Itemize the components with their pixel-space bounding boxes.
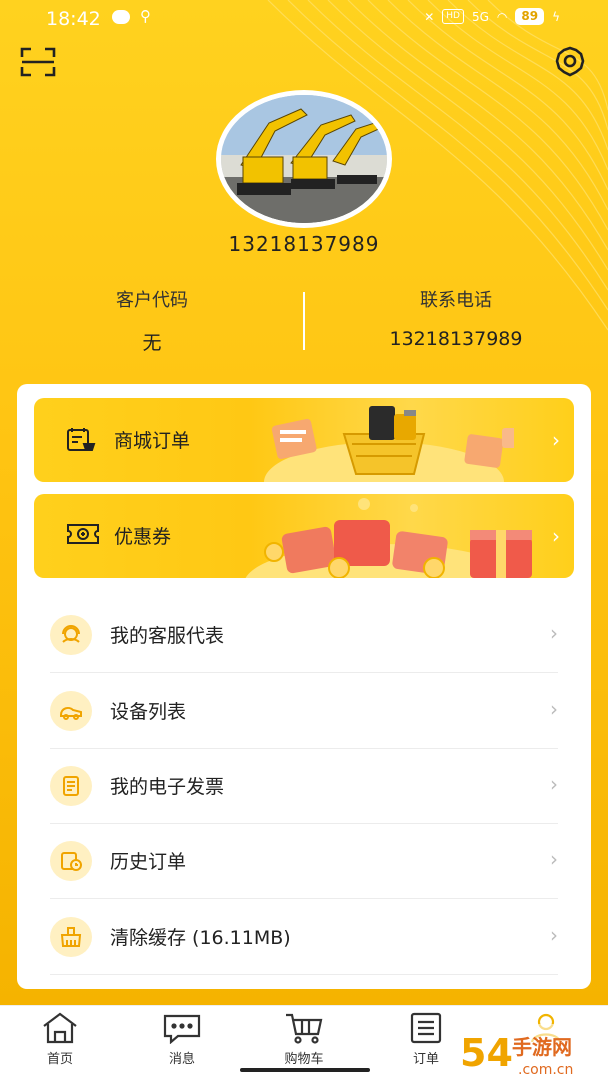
coupon-banner[interactable]: 优惠券 › <box>34 494 574 578</box>
avatar[interactable] <box>216 90 392 228</box>
contact-phone-label: 联系电话 <box>420 290 492 311</box>
menu-item-clear-cache[interactable]: 清除缓存 (16.11MB) › <box>50 899 558 975</box>
tab-label: 消息 <box>168 1052 195 1067</box>
chevron-right-icon: › <box>552 428 560 452</box>
menu-item-device-list[interactable]: 设备列表 › <box>50 673 558 749</box>
history-order-icon <box>50 841 92 881</box>
menu-item-label: 清除缓存 (16.11MB) <box>110 927 291 949</box>
mute-icon: ✕ <box>424 9 435 24</box>
clear-cache-icon <box>50 917 92 957</box>
menu-item-label: 历史订单 <box>110 851 187 873</box>
customer-service-icon <box>50 615 92 655</box>
tab-label: 购物车 <box>284 1052 324 1067</box>
wifi-icon: ◠ <box>496 9 508 24</box>
watermark-logo: 54 手游网 .com.cn <box>454 1024 604 1080</box>
chevron-right-icon: › <box>552 524 560 548</box>
menu-item-invoice[interactable]: 我的电子发票 › <box>50 748 558 824</box>
svg-text:手游网: 手游网 <box>512 1035 572 1059</box>
chevron-right-icon: › <box>550 697 558 721</box>
chevron-right-icon: › <box>550 923 558 947</box>
tab-home[interactable]: 首页 <box>20 1012 100 1067</box>
hd-badge: HD <box>442 9 464 24</box>
gear-icon[interactable] <box>552 44 588 80</box>
menu-item-history-order[interactable]: 历史订单 › <box>50 823 558 899</box>
customer-code-label: 客户代码 <box>116 290 188 311</box>
order-icon <box>410 1012 442 1044</box>
contact-phone-value: 13218137989 <box>389 328 523 350</box>
menu-item-customer-service[interactable]: 我的客服代表 › <box>50 597 558 673</box>
invoice-icon <box>50 766 92 806</box>
shop-order-label: 商城订单 <box>114 430 191 452</box>
coupon-illustration <box>245 498 532 578</box>
chevron-right-icon: › <box>550 621 558 645</box>
shop-illustration <box>264 406 514 482</box>
customer-code-value: 无 <box>142 332 162 354</box>
svg-text:54: 54 <box>460 1031 513 1075</box>
coupon-icon <box>66 522 99 550</box>
cart-icon <box>286 1013 323 1044</box>
status-right: ✕ HD 5G ◠ 89 ϟ <box>424 8 560 25</box>
svg-text:.com.cn: .com.cn <box>518 1062 573 1078</box>
profile-phone: 13218137989 <box>228 232 380 256</box>
usb-icon: ⚲ <box>140 7 151 25</box>
chevron-right-icon: › <box>550 772 558 796</box>
tab-messages[interactable]: 消息 <box>142 1012 222 1067</box>
status-time: 18:42 <box>46 8 101 30</box>
shop-order-banner[interactable]: 商城订单 › <box>34 398 574 482</box>
home-icon <box>43 1012 77 1044</box>
customer-code-block: 客户代码 无 <box>0 286 304 355</box>
status-bar: 18:42 ⚲ ✕ HD 5G ◠ 89 ϟ <box>0 0 608 40</box>
scan-icon[interactable] <box>20 47 56 77</box>
tab-cart[interactable]: 购物车 <box>264 1012 344 1067</box>
menu-item-label: 我的电子发票 <box>110 776 225 798</box>
chevron-right-icon: › <box>550 847 558 871</box>
device-icon <box>50 691 92 731</box>
charging-icon: ϟ <box>552 9 560 24</box>
menu-item-label: 我的客服代表 <box>110 625 225 647</box>
battery-level: 89 <box>515 8 545 25</box>
menu-item-label: 设备列表 <box>110 701 187 723</box>
coupon-label: 优惠券 <box>114 526 172 548</box>
contact-phone-block: 联系电话 13218137989 <box>304 286 608 350</box>
shop-cart-icon <box>66 426 96 454</box>
message-notification-icon <box>112 10 130 24</box>
message-icon <box>163 1014 201 1044</box>
home-indicator <box>240 1068 370 1072</box>
network-label: 5G <box>471 9 489 24</box>
tab-label: 首页 <box>46 1052 73 1067</box>
